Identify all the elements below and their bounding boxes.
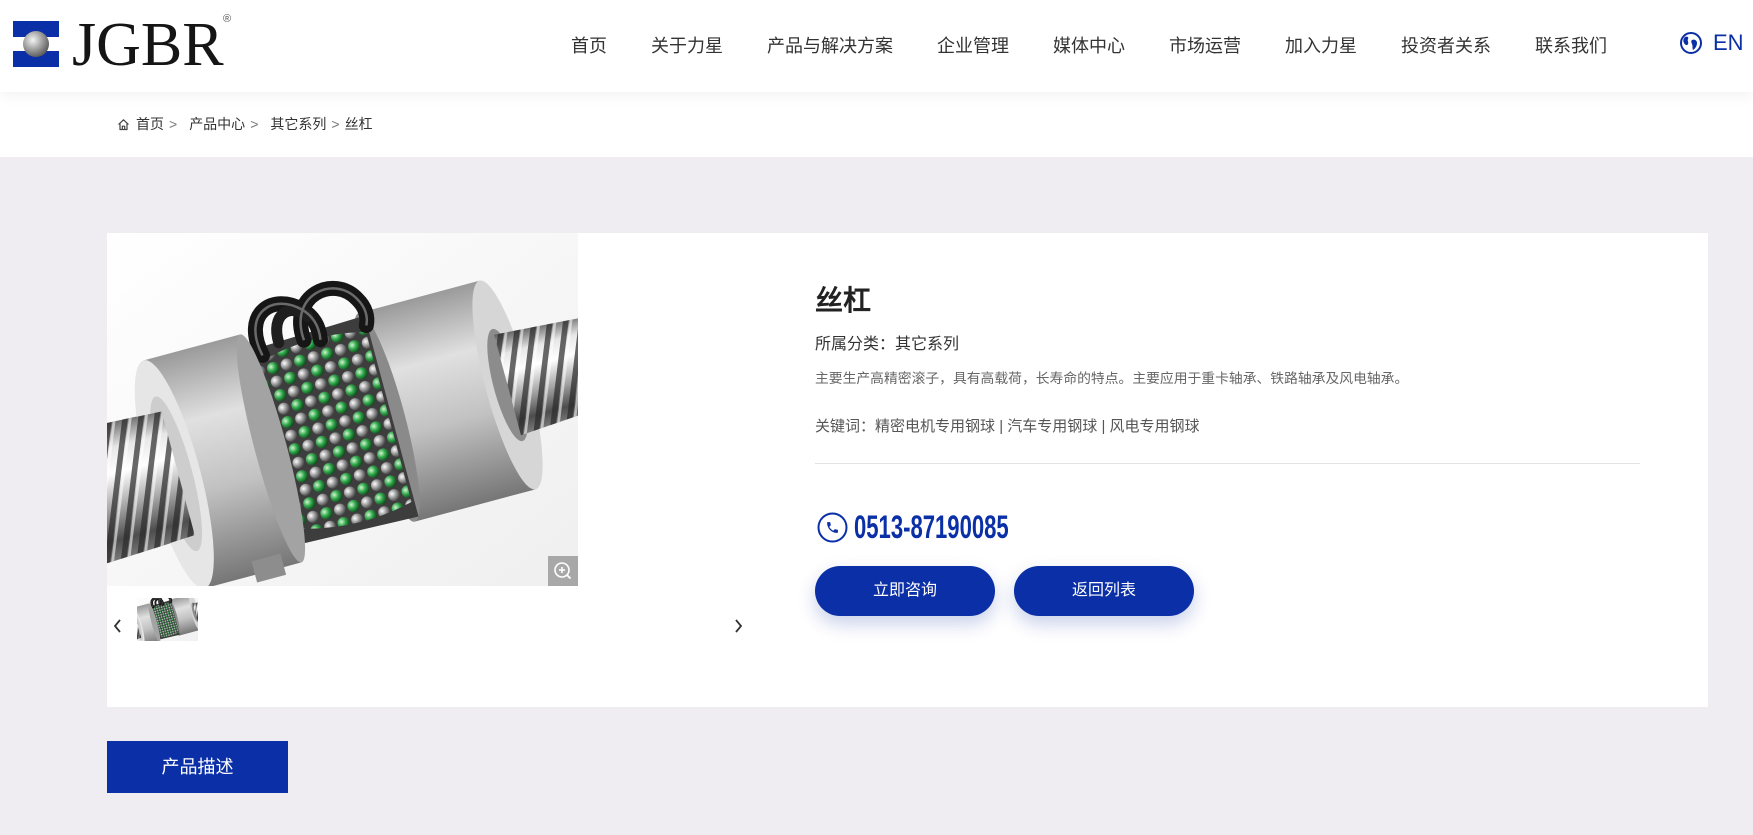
keyword-link[interactable]: 汽车专用钢球: [1007, 418, 1097, 435]
zoom-button[interactable]: [548, 556, 578, 586]
breadcrumb: 首页 > 产品中心 > 其它系列 > 丝杠: [117, 114, 373, 134]
site-header: JGBR ® 首页 关于力星 产品与解决方案 企业管理 媒体中心 市场运营 加入…: [0, 0, 1753, 92]
nav-item-management[interactable]: 企业管理: [937, 35, 1009, 57]
divider: [815, 463, 1640, 464]
chevron-right-icon[interactable]: [731, 617, 745, 635]
gallery-thumbnail[interactable]: [137, 598, 198, 641]
logo-mark-icon: [13, 21, 59, 67]
breadcrumb-other-series[interactable]: 其它系列: [270, 114, 326, 134]
keyword-separator: |: [995, 418, 1008, 435]
language-switch[interactable]: EN: [1679, 29, 1744, 57]
breadcrumb-separator: >: [169, 116, 178, 132]
registered-mark: ®: [223, 13, 232, 25]
product-keywords: 关键词：精密电机专用钢球 | 汽车专用钢球 | 风电专用钢球: [815, 417, 1200, 437]
nav-item-investors[interactable]: 投资者关系: [1401, 35, 1491, 57]
tab-product-description[interactable]: 产品描述: [107, 741, 288, 793]
product-category: 所属分类：其它系列: [815, 333, 959, 357]
consult-button[interactable]: 立即咨询: [815, 566, 995, 616]
product-card: 丝杠 所属分类：其它系列 主要生产高精密滚子，具有高载荷，长寿命的特点。主要应用…: [107, 233, 1708, 707]
product-description: 主要生产高精密滚子，具有高载荷，长寿命的特点。主要应用于重卡轴承、铁路轴承及风电…: [815, 371, 1409, 386]
thumbnail-illustration: [137, 598, 198, 641]
nav-item-contact[interactable]: 联系我们: [1535, 35, 1607, 57]
breadcrumb-current: 丝杠: [344, 116, 373, 132]
breadcrumb-home[interactable]: 首页: [136, 114, 164, 134]
page: JGBR ® 首页 关于力星 产品与解决方案 企业管理 媒体中心 市场运营 加入…: [0, 0, 1753, 835]
nav-item-careers[interactable]: 加入力星: [1285, 35, 1357, 57]
back-to-list-button[interactable]: 返回列表: [1014, 566, 1194, 616]
breadcrumb-separator: >: [250, 116, 259, 132]
breadcrumb-product-center[interactable]: 产品中心: [189, 114, 245, 134]
keyword-link[interactable]: 风电专用钢球: [1110, 418, 1200, 435]
phone-icon: [817, 512, 848, 543]
category-value: 其它系列: [895, 336, 960, 353]
main-nav: 首页 关于力星 产品与解决方案 企业管理 媒体中心 市场运营 加入力星 投资者关…: [571, 0, 1607, 92]
phone-number: 0513-87190085: [854, 509, 1009, 545]
home-icon: [118, 118, 129, 130]
nav-item-about[interactable]: 关于力星: [651, 35, 723, 57]
language-label: EN: [1713, 30, 1744, 55]
keywords-label: 关键词：: [815, 418, 876, 435]
nav-item-media[interactable]: 媒体中心: [1053, 35, 1125, 57]
ball-screw-illustration: [107, 233, 578, 586]
product-title: 丝杠: [815, 285, 872, 316]
zoom-in-icon: [554, 562, 571, 579]
logo-text: JGBR: [72, 11, 224, 79]
globe-icon: [1680, 32, 1702, 54]
nav-item-market[interactable]: 市场运营: [1169, 35, 1241, 57]
breadcrumb-bar: 首页 > 产品中心 > 其它系列 > 丝杠: [0, 92, 1753, 157]
keyword-separator: |: [1097, 418, 1110, 435]
logo[interactable]: JGBR ®: [0, 0, 240, 92]
product-image[interactable]: [107, 233, 578, 586]
nav-item-home[interactable]: 首页: [571, 35, 607, 57]
breadcrumb-separator: >: [331, 116, 340, 132]
category-label: 所属分类：: [815, 336, 896, 353]
nav-item-products[interactable]: 产品与解决方案: [767, 35, 893, 57]
chevron-left-icon[interactable]: [111, 617, 125, 635]
keyword-link[interactable]: 精密电机专用钢球: [875, 418, 995, 435]
